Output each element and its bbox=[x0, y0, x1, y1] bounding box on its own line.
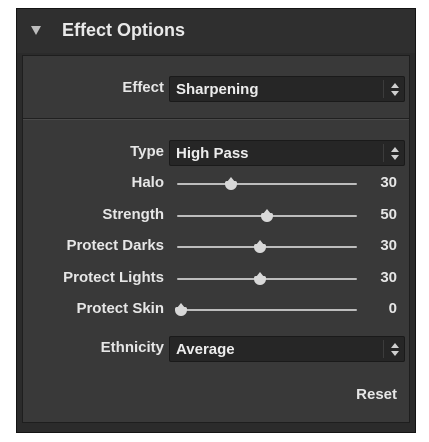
effect-dropdown-value: Sharpening bbox=[176, 81, 259, 98]
protect-lights-slider[interactable] bbox=[177, 272, 357, 286]
halo-label: Halo bbox=[131, 174, 164, 191]
type-dropdown-value: High Pass bbox=[176, 145, 249, 162]
reset-button[interactable]: Reset bbox=[356, 386, 397, 403]
type-dropdown[interactable]: High Pass bbox=[169, 140, 405, 166]
effect-label: Effect bbox=[122, 79, 164, 96]
ethnicity-dropdown[interactable]: Average bbox=[169, 336, 405, 362]
panel-body: Effect Sharpening Type High Pass Halo 30… bbox=[22, 55, 410, 423]
slider-track[interactable] bbox=[177, 309, 357, 311]
protect-skin-value: 0 bbox=[388, 300, 397, 317]
section-divider bbox=[23, 118, 409, 120]
slider-thumb-icon[interactable] bbox=[225, 177, 237, 191]
ethnicity-label: Ethnicity bbox=[100, 339, 164, 356]
slider-track[interactable] bbox=[177, 246, 357, 248]
effect-options-panel: Effect Options Effect Sharpening Type Hi… bbox=[16, 8, 416, 433]
dropdown-divider bbox=[383, 144, 384, 162]
panel-header[interactable]: Effect Options bbox=[17, 9, 415, 53]
slider-track[interactable] bbox=[177, 183, 357, 185]
updown-arrows-icon bbox=[391, 91, 399, 96]
slider-thumb-icon[interactable] bbox=[175, 303, 187, 317]
panel-title: Effect Options bbox=[62, 20, 186, 40]
dropdown-divider bbox=[383, 80, 384, 98]
protect-darks-slider[interactable] bbox=[177, 240, 357, 254]
strength-value: 50 bbox=[380, 206, 397, 223]
updown-arrows-icon bbox=[391, 351, 399, 356]
protect-skin-label: Protect Skin bbox=[76, 300, 164, 317]
slider-thumb-icon[interactable] bbox=[261, 209, 273, 223]
protect-lights-label: Protect Lights bbox=[63, 269, 164, 286]
updown-arrows-icon bbox=[391, 343, 399, 348]
halo-slider[interactable] bbox=[177, 177, 357, 191]
updown-arrows-icon bbox=[391, 155, 399, 160]
protect-darks-label: Protect Darks bbox=[66, 237, 164, 254]
halo-value: 30 bbox=[380, 174, 397, 191]
effect-dropdown[interactable]: Sharpening bbox=[169, 76, 405, 102]
strength-label: Strength bbox=[102, 206, 164, 223]
dropdown-divider bbox=[383, 340, 384, 358]
updown-arrows-icon bbox=[391, 83, 399, 88]
slider-track[interactable] bbox=[177, 278, 357, 280]
type-label: Type bbox=[130, 143, 164, 160]
collapse-triangle-icon[interactable] bbox=[31, 26, 41, 35]
slider-thumb-icon[interactable] bbox=[253, 240, 266, 254]
protect-lights-value: 30 bbox=[380, 269, 397, 286]
updown-arrows-icon bbox=[391, 147, 399, 152]
ethnicity-dropdown-value: Average bbox=[176, 341, 235, 358]
protect-darks-value: 30 bbox=[380, 237, 397, 254]
slider-thumb-icon[interactable] bbox=[253, 272, 266, 286]
strength-slider[interactable] bbox=[177, 209, 357, 223]
protect-skin-slider[interactable] bbox=[175, 303, 357, 317]
